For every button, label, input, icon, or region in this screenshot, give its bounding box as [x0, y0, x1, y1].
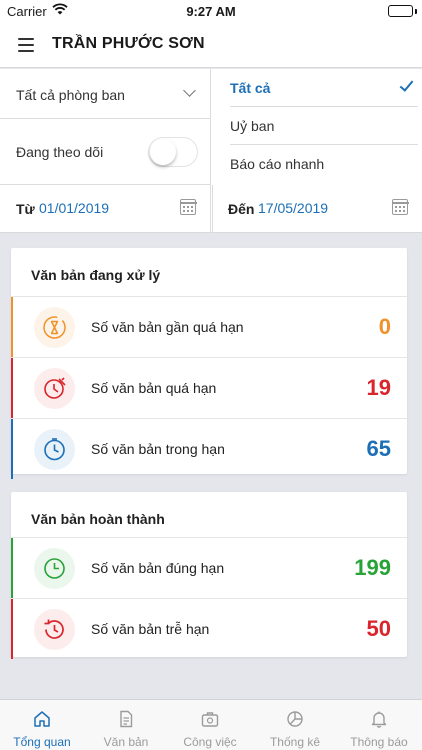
tab-label: Thông báo [350, 735, 408, 749]
following-row: Đang theo dõi [0, 119, 210, 185]
battery-icon [388, 5, 413, 17]
tab-label: Thống kê [269, 735, 321, 749]
tab-label: Công việc [183, 735, 237, 749]
stat-row-on-time[interactable]: Số văn bản đúng hạn 199 [11, 537, 407, 598]
following-toggle[interactable] [148, 137, 198, 167]
document-icon [120, 710, 133, 728]
card-title: Văn bản hoàn thành [31, 511, 165, 527]
scope-option-committee[interactable]: Uỷ ban [230, 107, 418, 145]
tab-notifications[interactable]: Thông báo [337, 700, 421, 750]
to-date-field[interactable]: Đến 17/05/2019 [212, 185, 422, 233]
stat-count: 199 [354, 555, 391, 580]
briefcase-icon [201, 712, 219, 727]
status-bar-accent [11, 297, 13, 357]
status-time: 9:27 AM [186, 4, 236, 19]
scope-option-label: Tất cả [230, 80, 271, 96]
completed-card: Văn bản hoàn thành Số văn bản đúng hạn 1… [11, 492, 407, 659]
stat-label: Số văn bản trễ hạn [91, 621, 210, 637]
tab-overview[interactable]: Tổng quan [0, 700, 84, 750]
chevron-down-icon [183, 84, 196, 97]
tab-bar: Tổng quan Văn bản Công việc Thống kê Thô… [0, 699, 422, 750]
clock-icon [34, 429, 75, 470]
timer-icon [34, 548, 75, 589]
bell-icon [371, 711, 387, 728]
processing-card: Văn bản đang xử lý Số văn bản gần quá hạ… [11, 248, 407, 479]
stat-count: 65 [366, 436, 391, 461]
department-select-value: Tất cả phòng ban [16, 87, 125, 103]
tab-label: Văn bản [103, 735, 149, 749]
to-date-value: 17/05/2019 [258, 200, 329, 216]
calendar-icon[interactable] [391, 199, 409, 215]
stat-label: Số văn bản quá hạn [91, 380, 217, 396]
from-date-field[interactable]: Từ 01/01/2019 [0, 185, 211, 233]
stat-row-late[interactable]: Số văn bản trễ hạn 50 [11, 598, 407, 659]
stat-label: Số văn bản gần quá hạn [91, 319, 244, 335]
status-bar: Carrier 9:27 AM [0, 0, 422, 22]
calendar-icon[interactable] [179, 199, 197, 215]
stat-row-near-overdue[interactable]: Số văn bản gần quá hạn 0 [11, 296, 407, 357]
stat-row-overdue[interactable]: Số văn bản quá hạn 19 [11, 357, 407, 418]
scope-option-all[interactable]: Tất cả [230, 69, 418, 107]
scope-option-label: Báo cáo nhanh [230, 156, 325, 172]
stat-label: Số văn bản đúng hạn [91, 560, 225, 576]
from-label: Từ [16, 201, 35, 217]
app-header: TRẦN PHƯỚC SƠN [0, 22, 422, 68]
scope-option-label: Uỷ ban [230, 118, 275, 134]
tab-statistics[interactable]: Thống kê [253, 700, 337, 750]
menu-icon[interactable] [18, 38, 34, 52]
scope-list: Tất cả Uỷ ban Báo cáo nhanh [212, 69, 422, 185]
card-title: Văn bản đang xử lý [31, 267, 161, 283]
scope-option-quick-report[interactable]: Báo cáo nhanh [230, 145, 418, 183]
alarm-clock-icon [34, 368, 75, 409]
status-bar-accent [11, 538, 13, 598]
stat-count: 19 [366, 375, 391, 400]
stat-row-in-time[interactable]: Số văn bản trong hạn 65 [11, 418, 407, 479]
status-bar-accent [11, 599, 13, 659]
to-label: Đến [228, 201, 255, 217]
department-select[interactable]: Tất cả phòng ban [0, 69, 210, 119]
stat-count: 0 [378, 314, 391, 339]
stat-label: Số văn bản trong hạn [91, 441, 225, 457]
checkmark-icon [399, 77, 414, 92]
history-icon [34, 609, 75, 650]
tab-label: Tổng quan [13, 735, 71, 749]
tab-tasks[interactable]: Công việc [168, 700, 252, 750]
following-label: Đang theo dõi [16, 144, 104, 160]
filter-panel: Tất cả phòng ban Đang theo dõi Tất cả Uỷ… [0, 69, 422, 233]
hourglass-icon [34, 307, 75, 348]
pie-chart-icon [287, 711, 303, 727]
page-title: TRẦN PHƯỚC SƠN [52, 35, 205, 52]
status-bar-accent [11, 419, 13, 479]
tab-documents[interactable]: Văn bản [84, 700, 168, 750]
status-bar-accent [11, 358, 13, 418]
from-date-value: 01/01/2019 [39, 200, 110, 216]
home-icon [34, 711, 50, 727]
stat-count: 50 [366, 616, 391, 641]
